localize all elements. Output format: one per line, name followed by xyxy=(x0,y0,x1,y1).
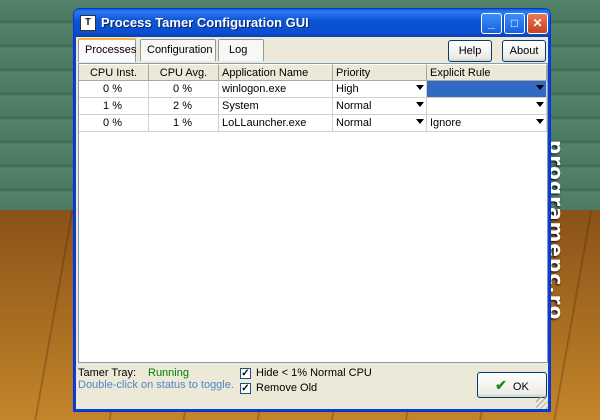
remove-old-label: Remove Old xyxy=(256,382,318,394)
priority-value: Normal xyxy=(336,100,372,112)
rule-select[interactable]: Ignore xyxy=(427,115,547,132)
table-row[interactable]: 0 % 0 % winlogon.exe High xyxy=(79,81,547,98)
priority-value: High xyxy=(336,83,359,95)
chevron-down-icon[interactable] xyxy=(536,85,544,90)
app-icon[interactable]: T xyxy=(80,15,96,31)
cpu-avg-cell: 1 % xyxy=(149,115,219,132)
app-name-cell: winlogon.exe xyxy=(219,81,333,98)
cpu-avg-cell: 2 % xyxy=(149,98,219,115)
chevron-down-icon[interactable] xyxy=(416,119,424,124)
tab-log[interactable]: Log xyxy=(218,39,264,61)
column-header[interactable]: Priority xyxy=(333,64,427,81)
tray-status[interactable]: Running xyxy=(148,367,189,379)
tab-processes[interactable]: Processes xyxy=(78,38,136,62)
column-header[interactable]: CPU Avg. xyxy=(149,64,219,81)
status-bar: Tamer Tray: Running Double-click on stat… xyxy=(78,367,548,407)
app-name-cell: LoLLauncher.exe xyxy=(219,115,333,132)
close-button[interactable]: ✕ xyxy=(527,13,548,34)
chevron-down-icon[interactable] xyxy=(536,102,544,107)
table-row[interactable]: 1 % 2 % System Normal xyxy=(79,98,547,115)
priority-select[interactable]: High xyxy=(333,81,427,98)
minimize-button[interactable]: _ xyxy=(481,13,502,34)
tray-hint: Double-click on status to toggle. xyxy=(78,379,234,391)
column-header[interactable]: Explicit Rule xyxy=(427,64,547,81)
app-window: T Process Tamer Configuration GUI _ □ ✕ … xyxy=(73,8,551,412)
app-name-cell: System xyxy=(219,98,333,115)
rule-value: Ignore xyxy=(430,117,462,129)
resize-grip[interactable] xyxy=(536,397,548,409)
column-header[interactable]: CPU Inst. xyxy=(79,64,149,81)
help-button[interactable]: Help xyxy=(448,40,492,62)
hide-low-cpu-checkbox[interactable]: ✓ xyxy=(240,368,251,379)
cpu-inst-cell: 1 % xyxy=(79,98,149,115)
maximize-button[interactable]: □ xyxy=(504,13,525,34)
cpu-inst-cell: 0 % xyxy=(79,115,149,132)
ok-button[interactable]: ✔ OK xyxy=(477,372,547,398)
cpu-avg-cell: 0 % xyxy=(149,81,219,98)
process-table: CPU Inst. CPU Avg. Application Name Prio… xyxy=(78,63,548,363)
remove-old-checkbox[interactable]: ✓ xyxy=(240,383,251,394)
priority-select[interactable]: Normal xyxy=(333,115,427,132)
title-bar[interactable]: T Process Tamer Configuration GUI _ □ ✕ xyxy=(74,9,550,37)
table-header: CPU Inst. CPU Avg. Application Name Prio… xyxy=(79,64,547,81)
ok-label: OK xyxy=(512,381,529,393)
rule-select[interactable] xyxy=(427,98,547,115)
rule-select[interactable] xyxy=(427,81,547,98)
hide-low-cpu-label: Hide < 1% Normal CPU xyxy=(256,367,372,379)
priority-select[interactable]: Normal xyxy=(333,98,427,115)
about-button[interactable]: About xyxy=(502,40,546,62)
chevron-down-icon[interactable] xyxy=(536,119,544,124)
cpu-inst-cell: 0 % xyxy=(79,81,149,98)
tray-label: Tamer Tray: xyxy=(78,367,137,379)
priority-value: Normal xyxy=(336,117,372,129)
checkmark-icon: ✔ xyxy=(495,377,507,393)
column-header[interactable]: Application Name xyxy=(219,64,333,81)
chevron-down-icon[interactable] xyxy=(416,102,424,107)
tab-configuration[interactable]: Configuration xyxy=(140,39,216,61)
table-row[interactable]: 0 % 1 % LoLLauncher.exe Normal Ignore xyxy=(79,115,547,132)
chevron-down-icon[interactable] xyxy=(416,85,424,90)
window-title: Process Tamer Configuration GUI xyxy=(101,15,309,30)
